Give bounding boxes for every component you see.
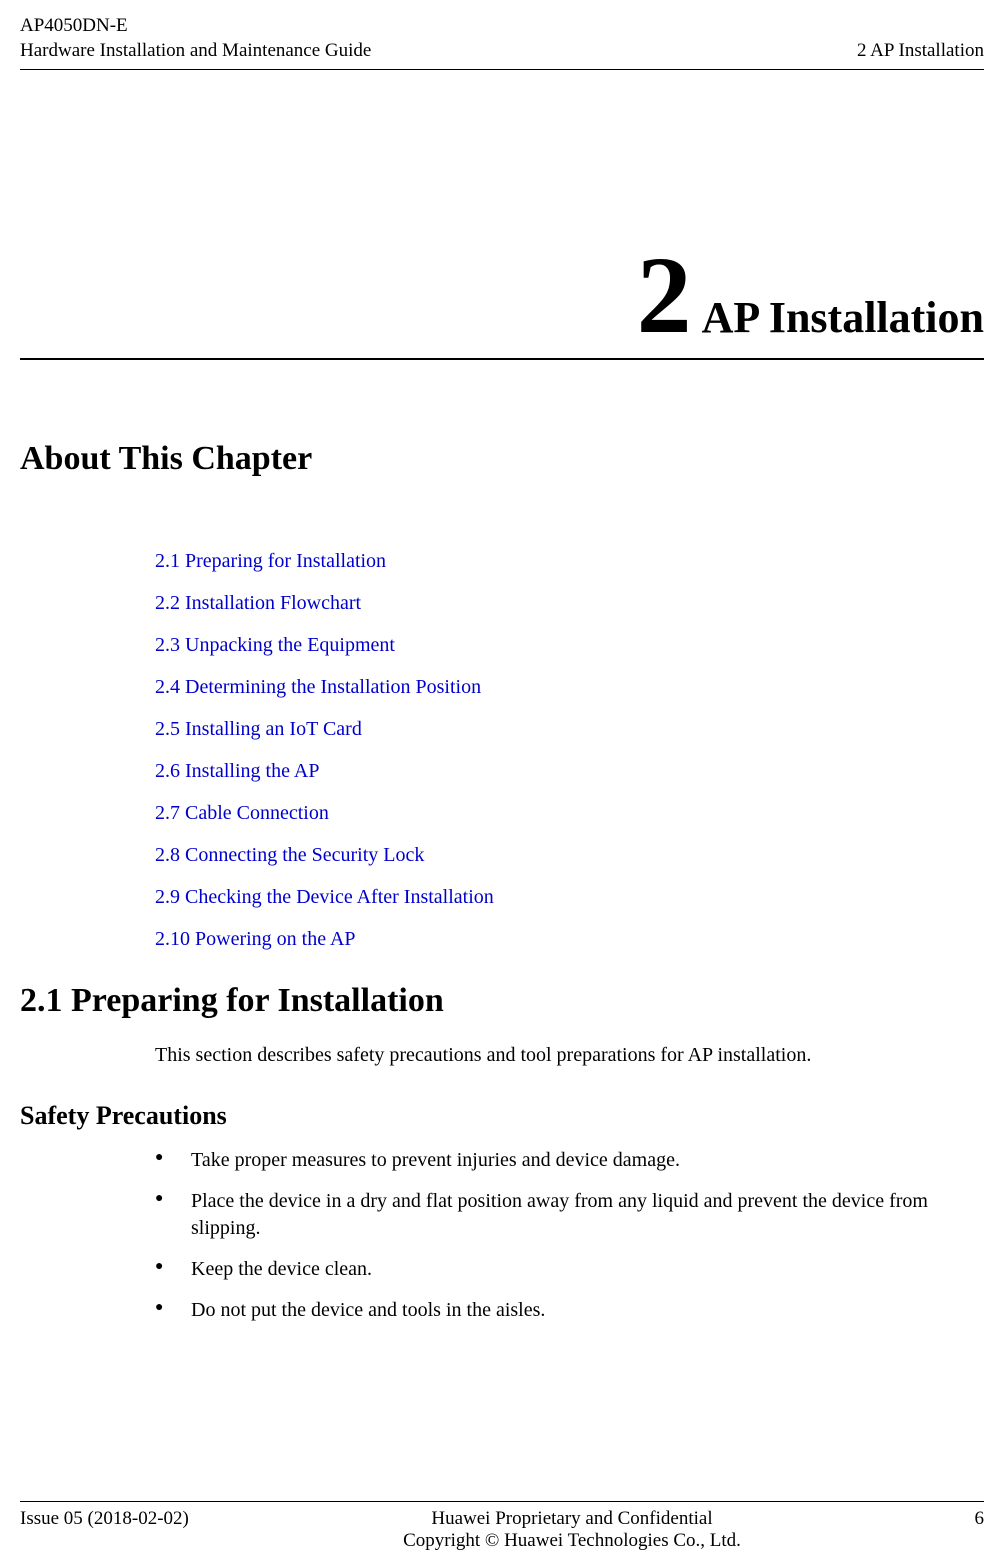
safety-precautions-heading: Safety Precautions — [20, 1101, 1004, 1131]
safety-precautions-list: Take proper measures to prevent injuries… — [155, 1147, 984, 1324]
chapter-title: AP Installation — [702, 292, 984, 343]
list-item: Keep the device clean. — [155, 1256, 984, 1283]
footer-center: Huawei Proprietary and Confidential Copy… — [220, 1508, 924, 1552]
toc-link[interactable]: 2.1 Preparing for Installation — [155, 548, 1004, 574]
list-item: Do not put the device and tools in the a… — [155, 1297, 984, 1324]
header-section: 2 AP Installation — [857, 39, 984, 64]
about-this-chapter-heading: About This Chapter — [20, 440, 1004, 478]
chapter-heading: 2 AP Installation — [0, 70, 1004, 350]
toc-link[interactable]: 2.8 Connecting the Security Lock — [155, 842, 1004, 868]
list-item: Place the device in a dry and flat posit… — [155, 1188, 984, 1242]
toc-link[interactable]: 2.7 Cable Connection — [155, 800, 1004, 826]
toc-link[interactable]: 2.9 Checking the Device After Installati… — [155, 884, 1004, 910]
footer-proprietary: Huawei Proprietary and Confidential — [220, 1508, 924, 1530]
section-intro-text: This section describes safety precaution… — [155, 1044, 984, 1067]
toc-link[interactable]: 2.6 Installing the AP — [155, 758, 1004, 784]
chapter-number: 2 — [637, 240, 692, 350]
footer-copyright: Copyright © Huawei Technologies Co., Ltd… — [220, 1530, 924, 1552]
footer-page-number: 6 — [924, 1508, 984, 1552]
section-heading: 2.1 Preparing for Installation — [20, 982, 1004, 1020]
toc-link[interactable]: 2.2 Installation Flowchart — [155, 590, 1004, 616]
footer-rule — [20, 1501, 984, 1502]
toc-link[interactable]: 2.3 Unpacking the Equipment — [155, 632, 1004, 658]
header-left: AP4050DN-E Hardware Installation and Mai… — [20, 14, 371, 63]
page-header: AP4050DN-E Hardware Installation and Mai… — [0, 0, 1004, 69]
header-guide: Hardware Installation and Maintenance Gu… — [20, 39, 371, 64]
table-of-contents: 2.1 Preparing for Installation 2.2 Insta… — [155, 548, 1004, 952]
list-item: Take proper measures to prevent injuries… — [155, 1147, 984, 1174]
footer-issue: Issue 05 (2018-02-02) — [20, 1508, 220, 1552]
toc-link[interactable]: 2.10 Powering on the AP — [155, 926, 1004, 952]
toc-link[interactable]: 2.4 Determining the Installation Positio… — [155, 674, 1004, 700]
header-product: AP4050DN-E — [20, 14, 371, 39]
page-footer: Issue 05 (2018-02-02) Huawei Proprietary… — [20, 1501, 984, 1552]
chapter-rule — [20, 358, 984, 360]
toc-link[interactable]: 2.5 Installing an IoT Card — [155, 716, 1004, 742]
